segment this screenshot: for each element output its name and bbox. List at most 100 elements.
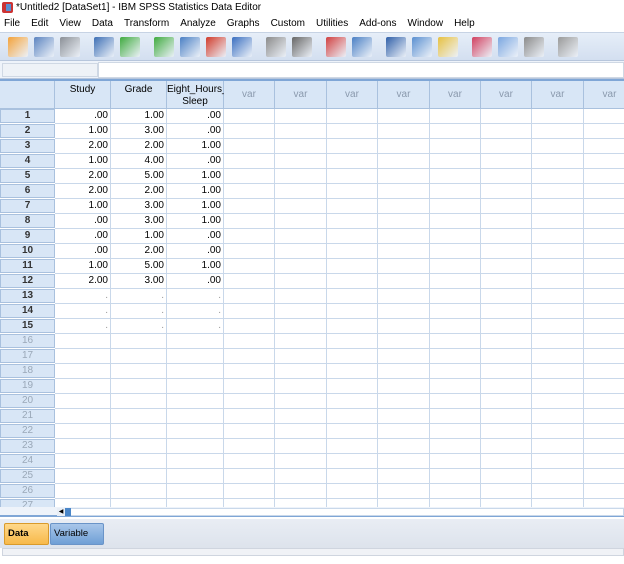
- data-cell[interactable]: 1.00: [167, 214, 224, 229]
- data-cell[interactable]: [430, 244, 481, 259]
- undo-icon[interactable]: [120, 36, 140, 57]
- column-header-var[interactable]: var: [378, 81, 430, 109]
- data-cell[interactable]: [584, 139, 624, 154]
- data-cell[interactable]: .00: [167, 244, 224, 259]
- data-cell[interactable]: [378, 424, 430, 439]
- data-cell[interactable]: [378, 499, 430, 507]
- row-header[interactable]: 18: [0, 364, 55, 378]
- data-cell[interactable]: [167, 394, 224, 409]
- data-cell[interactable]: [275, 139, 327, 154]
- data-cell[interactable]: [275, 199, 327, 214]
- data-cell[interactable]: [55, 439, 111, 454]
- data-cell[interactable]: [481, 184, 532, 199]
- scrollbar-track[interactable]: [57, 508, 624, 516]
- print-icon[interactable]: [60, 36, 80, 57]
- data-cell[interactable]: [55, 364, 111, 379]
- data-cell[interactable]: [481, 319, 532, 334]
- data-cell[interactable]: [55, 409, 111, 424]
- data-cell[interactable]: [111, 469, 167, 484]
- data-cell[interactable]: [224, 304, 275, 319]
- menu-graphs[interactable]: Graphs: [223, 18, 267, 29]
- redo-icon[interactable]: [154, 36, 174, 57]
- data-cell[interactable]: [224, 424, 275, 439]
- open-folder-icon[interactable]: [8, 36, 28, 57]
- data-cell[interactable]: [481, 229, 532, 244]
- data-cell[interactable]: [430, 484, 481, 499]
- data-cell[interactable]: [275, 409, 327, 424]
- row-header[interactable]: 21: [0, 409, 55, 423]
- data-cell[interactable]: [584, 484, 624, 499]
- data-cell[interactable]: [584, 319, 624, 334]
- data-cell[interactable]: [584, 199, 624, 214]
- data-cell[interactable]: [327, 334, 378, 349]
- data-cell[interactable]: 1.00: [55, 259, 111, 274]
- data-cell[interactable]: [55, 499, 111, 507]
- data-cell[interactable]: [327, 439, 378, 454]
- column-header-eight-hours-sleep[interactable]: Eight_Hours_ Sleep: [167, 81, 228, 109]
- column-header-var[interactable]: var: [481, 81, 532, 109]
- value-labels-icon[interactable]: [386, 36, 406, 57]
- data-cell[interactable]: [378, 319, 430, 334]
- data-cell[interactable]: [378, 214, 430, 229]
- data-cell[interactable]: [481, 349, 532, 364]
- data-cell[interactable]: [584, 259, 624, 274]
- data-cell[interactable]: [532, 439, 584, 454]
- data-cell[interactable]: [532, 424, 584, 439]
- data-cell[interactable]: [55, 484, 111, 499]
- scrollbar-thumb[interactable]: [65, 508, 71, 516]
- data-cell[interactable]: [327, 229, 378, 244]
- data-cell[interactable]: .: [111, 304, 167, 319]
- data-cell[interactable]: [275, 364, 327, 379]
- row-header[interactable]: 17: [0, 349, 55, 363]
- row-header[interactable]: 11: [0, 259, 55, 273]
- data-cell[interactable]: [275, 154, 327, 169]
- grid-corner[interactable]: [0, 81, 55, 109]
- data-cell[interactable]: [224, 139, 275, 154]
- menu-addons[interactable]: Add-ons: [355, 18, 403, 29]
- import-data-icon[interactable]: [94, 36, 114, 57]
- data-cell[interactable]: [584, 424, 624, 439]
- value-label-ab-icon[interactable]: [472, 36, 492, 57]
- data-cell[interactable]: [430, 454, 481, 469]
- data-cell[interactable]: [430, 259, 481, 274]
- data-cell[interactable]: [275, 454, 327, 469]
- data-cell[interactable]: [532, 394, 584, 409]
- data-cell[interactable]: 2.00: [111, 139, 167, 154]
- data-cell[interactable]: [327, 469, 378, 484]
- column-header-var[interactable]: var: [224, 81, 275, 109]
- row-header[interactable]: 10: [0, 244, 55, 258]
- data-cell[interactable]: [167, 454, 224, 469]
- data-cell[interactable]: [584, 154, 624, 169]
- data-cell[interactable]: [111, 349, 167, 364]
- tab-data-view[interactable]: Data View: [4, 523, 49, 559]
- data-cell[interactable]: [167, 484, 224, 499]
- save-icon[interactable]: [34, 36, 54, 57]
- row-header[interactable]: 26: [0, 484, 55, 498]
- data-cell[interactable]: [481, 409, 532, 424]
- column-header-var[interactable]: var: [584, 81, 624, 109]
- column-header-study[interactable]: Study: [55, 81, 111, 109]
- data-cell[interactable]: [111, 484, 167, 499]
- data-cell[interactable]: [481, 169, 532, 184]
- data-cell[interactable]: [275, 214, 327, 229]
- data-cell[interactable]: .00: [167, 109, 224, 124]
- data-cell[interactable]: [224, 484, 275, 499]
- data-cell[interactable]: [481, 139, 532, 154]
- data-cell[interactable]: [430, 439, 481, 454]
- data-cell[interactable]: [378, 199, 430, 214]
- row-header[interactable]: 4: [0, 154, 55, 168]
- menu-help[interactable]: Help: [450, 18, 482, 29]
- data-cell[interactable]: [224, 244, 275, 259]
- insert-case-icon[interactable]: [206, 36, 226, 57]
- column-header-var[interactable]: var: [327, 81, 378, 109]
- data-cell[interactable]: [430, 424, 481, 439]
- data-cell[interactable]: [378, 334, 430, 349]
- data-cell[interactable]: 2.00: [55, 139, 111, 154]
- data-cell[interactable]: .00: [55, 229, 111, 244]
- data-cell[interactable]: [111, 499, 167, 507]
- data-cell[interactable]: 1.00: [55, 124, 111, 139]
- data-cell[interactable]: [584, 109, 624, 124]
- column-header-var[interactable]: var: [430, 81, 481, 109]
- data-cell[interactable]: [327, 169, 378, 184]
- data-cell[interactable]: [430, 499, 481, 507]
